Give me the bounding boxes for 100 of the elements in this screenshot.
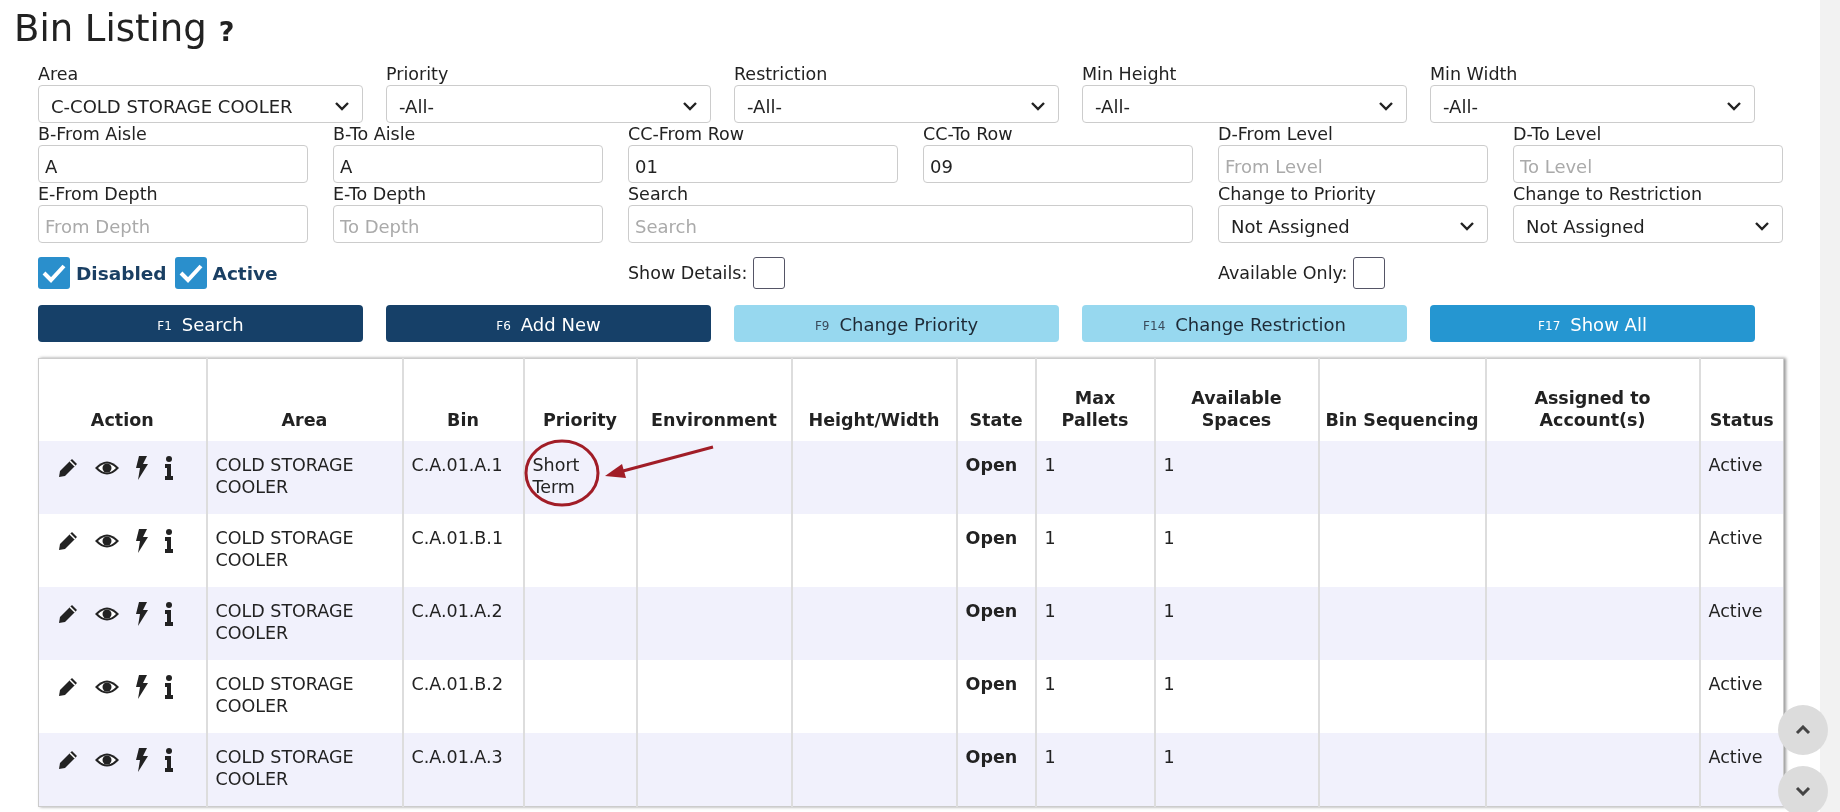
info-icon[interactable] [164,456,174,480]
chevron-down-icon [1378,101,1394,111]
chevron-down-icon [1726,101,1742,111]
dropdown[interactable]: C-COLD STORAGE COOLER [38,85,363,123]
eye-icon[interactable] [94,751,120,769]
field-label: CC-To Row [923,123,1014,145]
checkbox[interactable] [174,257,207,289]
field-label: Min Width [1430,63,1519,85]
table-cell: Open [965,455,1018,475]
checkbox-label: Available Only: [1218,263,1348,283]
input-field[interactable]: To Depth [333,205,603,243]
lightning-bolt-icon[interactable] [135,529,149,553]
table-cell: 1 [1044,528,1056,548]
chevron-down-icon [334,101,350,111]
eye-icon[interactable] [94,605,120,623]
pencil-icon[interactable] [57,530,79,552]
table-cell: 1 [1044,455,1056,475]
dropdown[interactable]: -All- [734,85,1059,123]
add-new-button[interactable]: F6 Add New [386,305,711,342]
input-field[interactable]: 01 [628,145,898,183]
checkbox[interactable] [38,257,70,289]
chevron-down-icon [1795,786,1811,796]
eye-icon[interactable] [94,678,120,696]
table-cell: 1 [1163,674,1175,694]
table-cell: C.A.01.B.2 [411,674,504,694]
field-label: D-From Level [1218,123,1334,145]
table-cell-text: Short Term [532,454,581,498]
scrollbar-track[interactable] [1820,0,1840,812]
table-cell: COLD STORAGE COOLER [215,455,354,497]
help-icon[interactable]: ? [218,11,235,53]
change-restriction-button[interactable]: F14 Change Restriction [1082,305,1407,342]
table-cell: Open [965,674,1018,694]
field-label: B-To Aisle [333,123,417,145]
table-cell: COLD STORAGE COOLER [215,747,354,789]
field-label: Area [38,63,80,85]
input-field[interactable]: From Depth [38,205,308,243]
input-field[interactable]: To Level [1513,145,1783,183]
dropdown[interactable]: -All- [1082,85,1407,123]
lightning-bolt-icon[interactable] [135,675,149,699]
column-header: Assigned to Account(s) [1485,358,1700,441]
table-cell: Open [965,528,1018,548]
lightning-bolt-icon[interactable] [135,456,149,480]
field-label: Min Height [1082,63,1178,85]
table-cell: 1 [1163,747,1175,767]
search-field[interactable]: Search [628,205,1193,243]
column-header: Status [1699,358,1784,441]
table-cell: Active [1708,601,1763,621]
info-icon[interactable] [164,675,174,699]
input-field[interactable]: A [38,145,308,183]
lightning-bolt-icon[interactable] [135,748,149,772]
pencil-icon[interactable] [57,676,79,698]
field-label: B-From Aisle [38,123,148,145]
input-field[interactable]: From Level [1218,145,1488,183]
checkbox[interactable] [1353,257,1386,289]
field-label: Restriction [734,63,829,85]
column-header: Environment [636,358,792,441]
eye-icon[interactable] [94,459,120,477]
field-label: Priority [386,63,450,85]
dropdown[interactable]: Not Assigned [1513,205,1783,243]
table-cell: 1 [1163,601,1175,621]
checkbox[interactable] [753,257,786,289]
scroll-up-button[interactable] [1778,705,1828,755]
table-cell: Active [1708,455,1763,475]
column-header: Max Pallets [1035,358,1155,441]
table-cell: Active [1708,747,1763,767]
info-icon[interactable] [164,602,174,626]
field-label: CC-From Row [628,123,746,145]
input-field[interactable]: 09 [923,145,1193,183]
dropdown[interactable]: Not Assigned [1218,205,1488,243]
field-label: D-To Level [1513,123,1603,145]
table-cell: 1 [1163,455,1175,475]
search-button[interactable]: F1 Search [38,305,363,342]
pencil-icon[interactable] [57,603,79,625]
column-header: Bin Sequencing [1318,358,1486,441]
table-cell: 1 [1044,674,1056,694]
table-cell: Open [965,601,1018,621]
lightning-bolt-icon[interactable] [135,602,149,626]
field-label: E-From Depth [38,183,159,205]
change-priority-button[interactable]: F9 Change Priority [734,305,1059,342]
checkbox-label: Show Details: [628,263,748,283]
table-cell: C.A.01.B.1 [411,528,504,548]
info-icon[interactable] [164,529,174,553]
pencil-icon[interactable] [57,457,79,479]
pencil-icon[interactable] [57,749,79,771]
column-header: Bin [402,358,524,441]
dropdown[interactable]: -All- [1430,85,1755,123]
info-icon[interactable] [164,748,174,772]
field-label: Search [628,183,690,205]
page-title: Bin Listing [14,8,207,50]
input-field[interactable]: A [333,145,603,183]
column-header: Available Spaces [1154,358,1319,441]
table-cell: 1 [1044,601,1056,621]
chevron-up-icon [1795,725,1811,735]
table-cell: COLD STORAGE COOLER [215,528,354,570]
chevron-down-icon [1030,101,1046,111]
checkbox-label: Active [212,262,278,284]
dropdown[interactable]: -All- [386,85,711,123]
table-cell: Active [1708,674,1763,694]
eye-icon[interactable] [94,532,120,550]
table-cell: C.A.01.A.2 [411,601,503,621]
